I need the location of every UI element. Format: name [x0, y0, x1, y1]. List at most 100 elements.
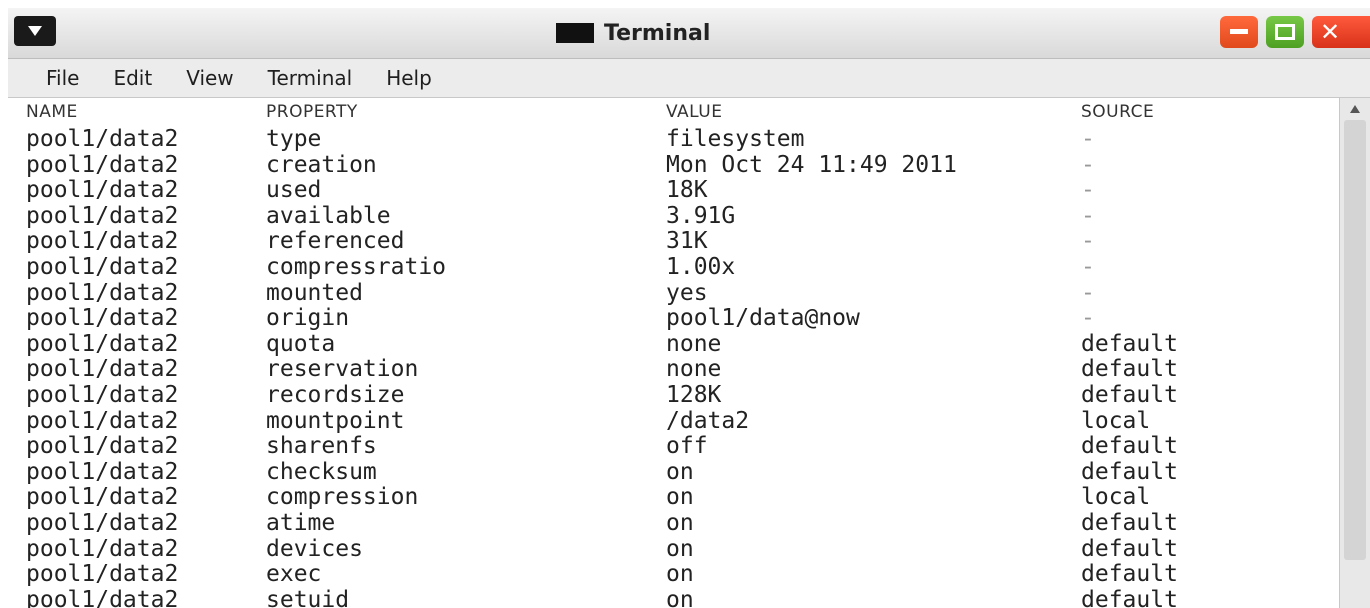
row-property: creation [266, 151, 377, 178]
triangle-down-icon [28, 26, 42, 36]
row-name: pool1/data2 [26, 510, 179, 536]
row-value: on [666, 586, 694, 608]
row-name: pool1/data2 [26, 202, 179, 229]
row-source: default [1081, 458, 1178, 485]
minimize-icon [1230, 29, 1248, 34]
row-name: pool1/data2 [26, 151, 179, 178]
row-property: compressratio [266, 254, 447, 280]
row-value: Mon Oct 24 11:49 2011 [666, 151, 957, 178]
row-source: default [1081, 433, 1178, 460]
row-source: - [1081, 228, 1095, 255]
row-value: pool1/data@now [666, 305, 860, 332]
row-name: pool1/data2 [26, 407, 179, 434]
row-property: available [266, 202, 391, 229]
row-value: 31K [666, 228, 708, 255]
row-source: - [1081, 305, 1095, 332]
row-value: filesystem [666, 126, 805, 152]
row-name: pool1/data2 [26, 561, 179, 588]
row-name: pool1/data2 [26, 586, 179, 608]
row-name: pool1/data2 [26, 254, 179, 280]
row-source: local [1081, 407, 1151, 434]
row-property: atime [266, 510, 336, 536]
row-name: pool1/data2 [26, 177, 179, 204]
row-value: on [666, 484, 694, 511]
row-value: off [666, 433, 708, 460]
row-value: 3.91G [666, 202, 736, 229]
row-name: pool1/data2 [26, 330, 179, 357]
row-value: yes [666, 279, 708, 306]
row-source: default [1081, 356, 1178, 383]
row-source: local [1081, 484, 1151, 511]
row-property: reservation [266, 356, 419, 383]
scroll-thumb[interactable] [1344, 120, 1366, 560]
row-name: pool1/data2 [26, 382, 179, 408]
menu-view[interactable]: View [186, 66, 233, 90]
row-name: pool1/data2 [26, 535, 179, 562]
menu-help[interactable]: Help [386, 66, 432, 90]
title-area: Terminal [556, 18, 710, 48]
header-property: PROPERTY [266, 102, 358, 122]
row-source: default [1081, 330, 1178, 357]
row-source: default [1081, 586, 1178, 608]
row-source: default [1081, 510, 1178, 536]
row-value: on [666, 458, 694, 485]
row-property: used [266, 177, 322, 204]
row-name: pool1/data2 [26, 433, 179, 460]
row-property: sharenfs [266, 433, 377, 460]
row-property: type [266, 126, 322, 152]
terminal-icon [556, 23, 594, 43]
row-source: default [1081, 382, 1178, 408]
row-name: pool1/data2 [26, 458, 179, 485]
table-header: NAME PROPERTY VALUE SOURCE [26, 102, 1154, 128]
row-value: /data2 [666, 407, 750, 434]
maximize-button[interactable] [1266, 16, 1304, 48]
terminal-output[interactable]: NAME PROPERTY VALUE SOURCE pool1/data2 ty… [8, 98, 1340, 608]
row-source: default [1081, 535, 1178, 562]
row-property: referenced [266, 228, 405, 255]
row-property: recordsize [266, 382, 405, 408]
row-source: default [1081, 561, 1178, 588]
maximize-icon [1275, 24, 1295, 40]
row-source: - [1081, 177, 1095, 204]
menu-terminal[interactable]: Terminal [268, 66, 353, 90]
row-value: 18K [666, 177, 708, 204]
menu-edit[interactable]: Edit [113, 66, 152, 90]
row-property: setuid [266, 586, 350, 608]
scroll-up-arrow-icon[interactable] [1346, 102, 1364, 116]
row-property: quota [266, 330, 336, 357]
row-value: on [666, 561, 694, 588]
header-value: VALUE [666, 102, 723, 122]
row-value: none [666, 330, 722, 357]
window-menu-button[interactable] [14, 16, 56, 46]
row-source: - [1081, 202, 1095, 229]
row-name: pool1/data2 [26, 126, 179, 152]
row-property: compression [266, 484, 419, 511]
row-source: - [1081, 279, 1095, 306]
window-title: Terminal [604, 20, 711, 46]
row-value: 128K [666, 382, 722, 408]
close-button[interactable]: ✕ [1312, 16, 1370, 48]
menu-file[interactable]: File [46, 66, 79, 90]
row-property: origin [266, 305, 350, 332]
header-source: SOURCE [1081, 102, 1155, 122]
row-property: checksum [266, 458, 377, 485]
header-name: NAME [26, 102, 78, 122]
row-name: pool1/data2 [26, 228, 179, 255]
title-bar: Terminal ✕ [8, 8, 1370, 59]
row-property: exec [266, 561, 322, 588]
minimize-button[interactable] [1220, 16, 1258, 48]
row-property: mountpoint [266, 407, 405, 434]
row-value: on [666, 510, 694, 536]
row-source: - [1081, 254, 1095, 280]
vertical-scrollbar[interactable] [1339, 98, 1370, 608]
row-property: devices [266, 535, 363, 562]
row-name: pool1/data2 [26, 279, 179, 306]
row-value: none [666, 356, 722, 383]
row-value: on [666, 535, 694, 562]
row-name: pool1/data2 [26, 484, 179, 511]
row-value: 1.00x [666, 254, 736, 280]
menu-bar: File Edit View Terminal Help [8, 59, 1370, 98]
terminal-window: Terminal ✕ File Edit View Terminal Help … [8, 8, 1370, 608]
row-source: - [1081, 126, 1095, 152]
row-property: mounted [266, 279, 363, 306]
